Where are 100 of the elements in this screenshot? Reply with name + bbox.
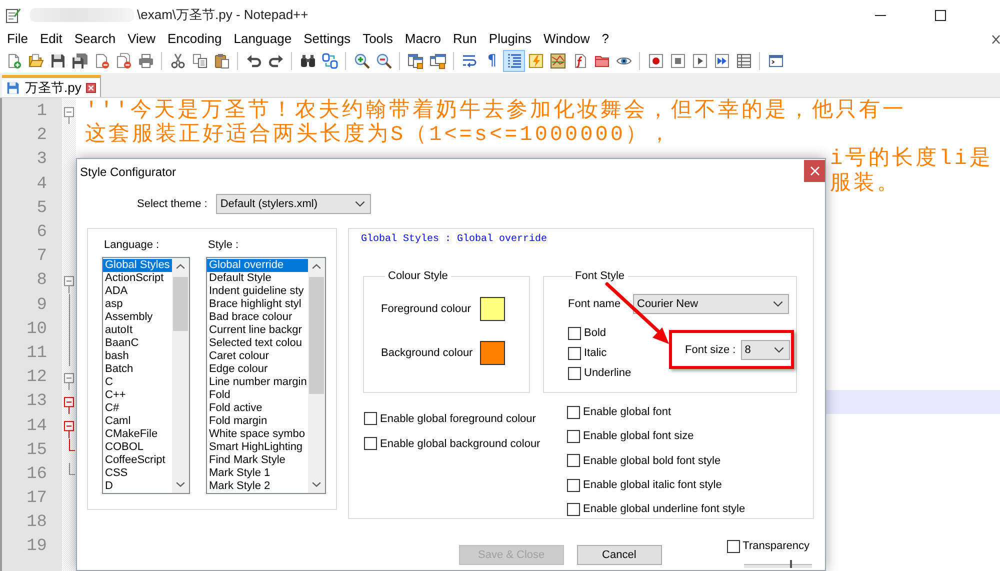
menu-item[interactable]: View	[128, 31, 156, 47]
language-list[interactable]: Global Styles ActionScript ADA asp Assembly autoIt BaanC bash Batch C C++ C# Caml CMakeFile COBOL CoffeeScript CSS D	[102, 257, 190, 494]
record-icon[interactable]	[648, 52, 664, 68]
scrollbar-thumb[interactable]	[173, 277, 188, 331]
list-item[interactable]: Fold	[207, 389, 308, 402]
checkbox[interactable]	[364, 437, 377, 450]
list-item[interactable]: Global override	[207, 259, 308, 272]
open-folder-icon[interactable]	[28, 52, 44, 68]
transparency-slider[interactable]	[744, 560, 812, 568]
list-item[interactable]: CMakeFile	[103, 428, 172, 441]
checkbox[interactable]	[568, 326, 581, 340]
list-item[interactable]: Indent guideline sty	[207, 285, 308, 298]
chevron-down-icon[interactable]	[176, 482, 185, 487]
checkbox[interactable]	[567, 430, 580, 443]
zoom-in-icon[interactable]	[354, 52, 370, 68]
menu-item[interactable]: File	[7, 31, 28, 47]
list-item[interactable]: bash	[103, 350, 172, 363]
list-item[interactable]: Assembly	[103, 311, 172, 324]
theme-dropdown[interactable]: Default (stylers.xml)	[216, 194, 372, 214]
copy-icon[interactable]	[192, 52, 208, 68]
checkbox[interactable]	[726, 540, 740, 552]
list-item[interactable]: Fold active	[207, 402, 308, 415]
chevron-up-icon[interactable]	[176, 264, 185, 269]
binoculars-icon[interactable]	[300, 52, 316, 68]
undo-arrow-icon[interactable]	[246, 52, 262, 68]
list-item[interactable]: Smart HighLighting	[207, 441, 308, 454]
new-file-icon[interactable]	[6, 52, 22, 68]
list-item[interactable]: C	[103, 376, 172, 389]
menu-item[interactable]: Run	[453, 31, 477, 47]
map-icon[interactable]	[550, 52, 566, 68]
menu-item[interactable]: Tools	[362, 31, 393, 47]
menu-item[interactable]: Window	[544, 31, 590, 47]
chevron-up-icon[interactable]	[312, 264, 321, 269]
list-item[interactable]: Bad brace colour	[207, 311, 308, 324]
checkbox[interactable]	[568, 346, 581, 360]
macro-list-icon[interactable]	[736, 52, 752, 68]
list-item[interactable]: Batch	[103, 363, 172, 376]
checkbox[interactable]	[567, 502, 580, 516]
list-item[interactable]: Selected text colou	[207, 337, 308, 350]
list-item[interactable]: CSS	[103, 467, 172, 480]
list-item[interactable]: Current line backgr	[207, 324, 308, 337]
list-item[interactable]: COBOL	[103, 441, 172, 454]
checkbox[interactable]	[364, 412, 377, 425]
locked-windows-icon[interactable]	[430, 52, 446, 68]
list-item[interactable]: Mark Style 2	[207, 480, 308, 493]
list-item[interactable]: Line number margin	[207, 376, 308, 389]
close-icon[interactable]	[86, 82, 96, 92]
list-item[interactable]: D	[103, 480, 172, 493]
close-button[interactable]	[804, 160, 825, 182]
checkbox[interactable]	[567, 454, 580, 468]
console-window-icon[interactable]	[768, 52, 784, 68]
menu-item[interactable]: Search	[74, 31, 116, 47]
style-list[interactable]	[206, 257, 326, 494]
list-item[interactable]: Edge colour	[207, 363, 308, 376]
file-tab[interactable]: 万圣节.py	[2, 75, 102, 97]
menu-item[interactable]: Macro	[404, 31, 442, 47]
menu-item[interactable]: Encoding	[168, 31, 222, 47]
wrap-lines-icon[interactable]	[462, 52, 478, 68]
pilcrow-button[interactable]: ¶	[487, 52, 497, 69]
list-item[interactable]: CoffeeScript	[103, 454, 172, 467]
list-item[interactable]: Caml	[103, 415, 172, 428]
list-item[interactable]: White space symbo	[207, 428, 308, 441]
list-item[interactable]: asp	[103, 298, 172, 311]
list-item[interactable]: BaanC	[103, 337, 172, 350]
close-files-icon[interactable]	[116, 52, 132, 68]
colour-swatch-icon[interactable]	[480, 341, 505, 365]
list-item[interactable]: ActionScript	[103, 272, 172, 285]
checkbox[interactable]	[567, 478, 580, 492]
slider-thumb[interactable]	[790, 560, 792, 568]
maximize-icon[interactable]	[935, 10, 946, 20]
floppy-disks-icon[interactable]	[72, 52, 88, 68]
menu-item[interactable]: ?	[602, 31, 610, 47]
function-list-icon[interactable]	[572, 52, 588, 68]
list-item[interactable]: Caret colour	[207, 350, 308, 363]
play-icon[interactable]	[692, 52, 708, 68]
list-item[interactable]: C#	[103, 402, 172, 415]
menu-item[interactable]: Edit	[40, 31, 62, 47]
scrollbar[interactable]	[308, 258, 325, 493]
menu-item[interactable]: Settings	[304, 31, 351, 47]
locked-windows-icon[interactable]	[408, 52, 424, 68]
lightning-note-icon[interactable]	[528, 52, 544, 68]
list-item[interactable]: Find Mark Style	[207, 454, 308, 467]
list-item[interactable]: Mark Style 1	[207, 467, 308, 480]
list-item[interactable]: ADA	[103, 285, 172, 298]
zoom-out-icon[interactable]	[376, 52, 392, 68]
checkbox[interactable]	[568, 366, 581, 380]
list-item[interactable]: Default Style	[207, 272, 308, 285]
font-size-dropdown[interactable]: 8	[740, 340, 790, 360]
chevron-down-icon[interactable]	[312, 482, 321, 487]
colour-swatch-icon[interactable]	[480, 297, 505, 321]
list-item[interactable]: Fold margin	[207, 415, 308, 428]
list-item[interactable]: Global Styles	[103, 259, 172, 272]
list-item[interactable]: C++	[103, 389, 172, 402]
close-icon[interactable]	[992, 34, 1000, 44]
menu-item[interactable]: Language	[234, 31, 292, 47]
scrollbar-thumb[interactable]	[309, 277, 324, 394]
checkbox[interactable]	[567, 406, 580, 419]
stop-icon[interactable]	[670, 52, 686, 68]
scissors-icon[interactable]	[170, 52, 186, 68]
redo-arrow-icon[interactable]	[268, 52, 284, 68]
